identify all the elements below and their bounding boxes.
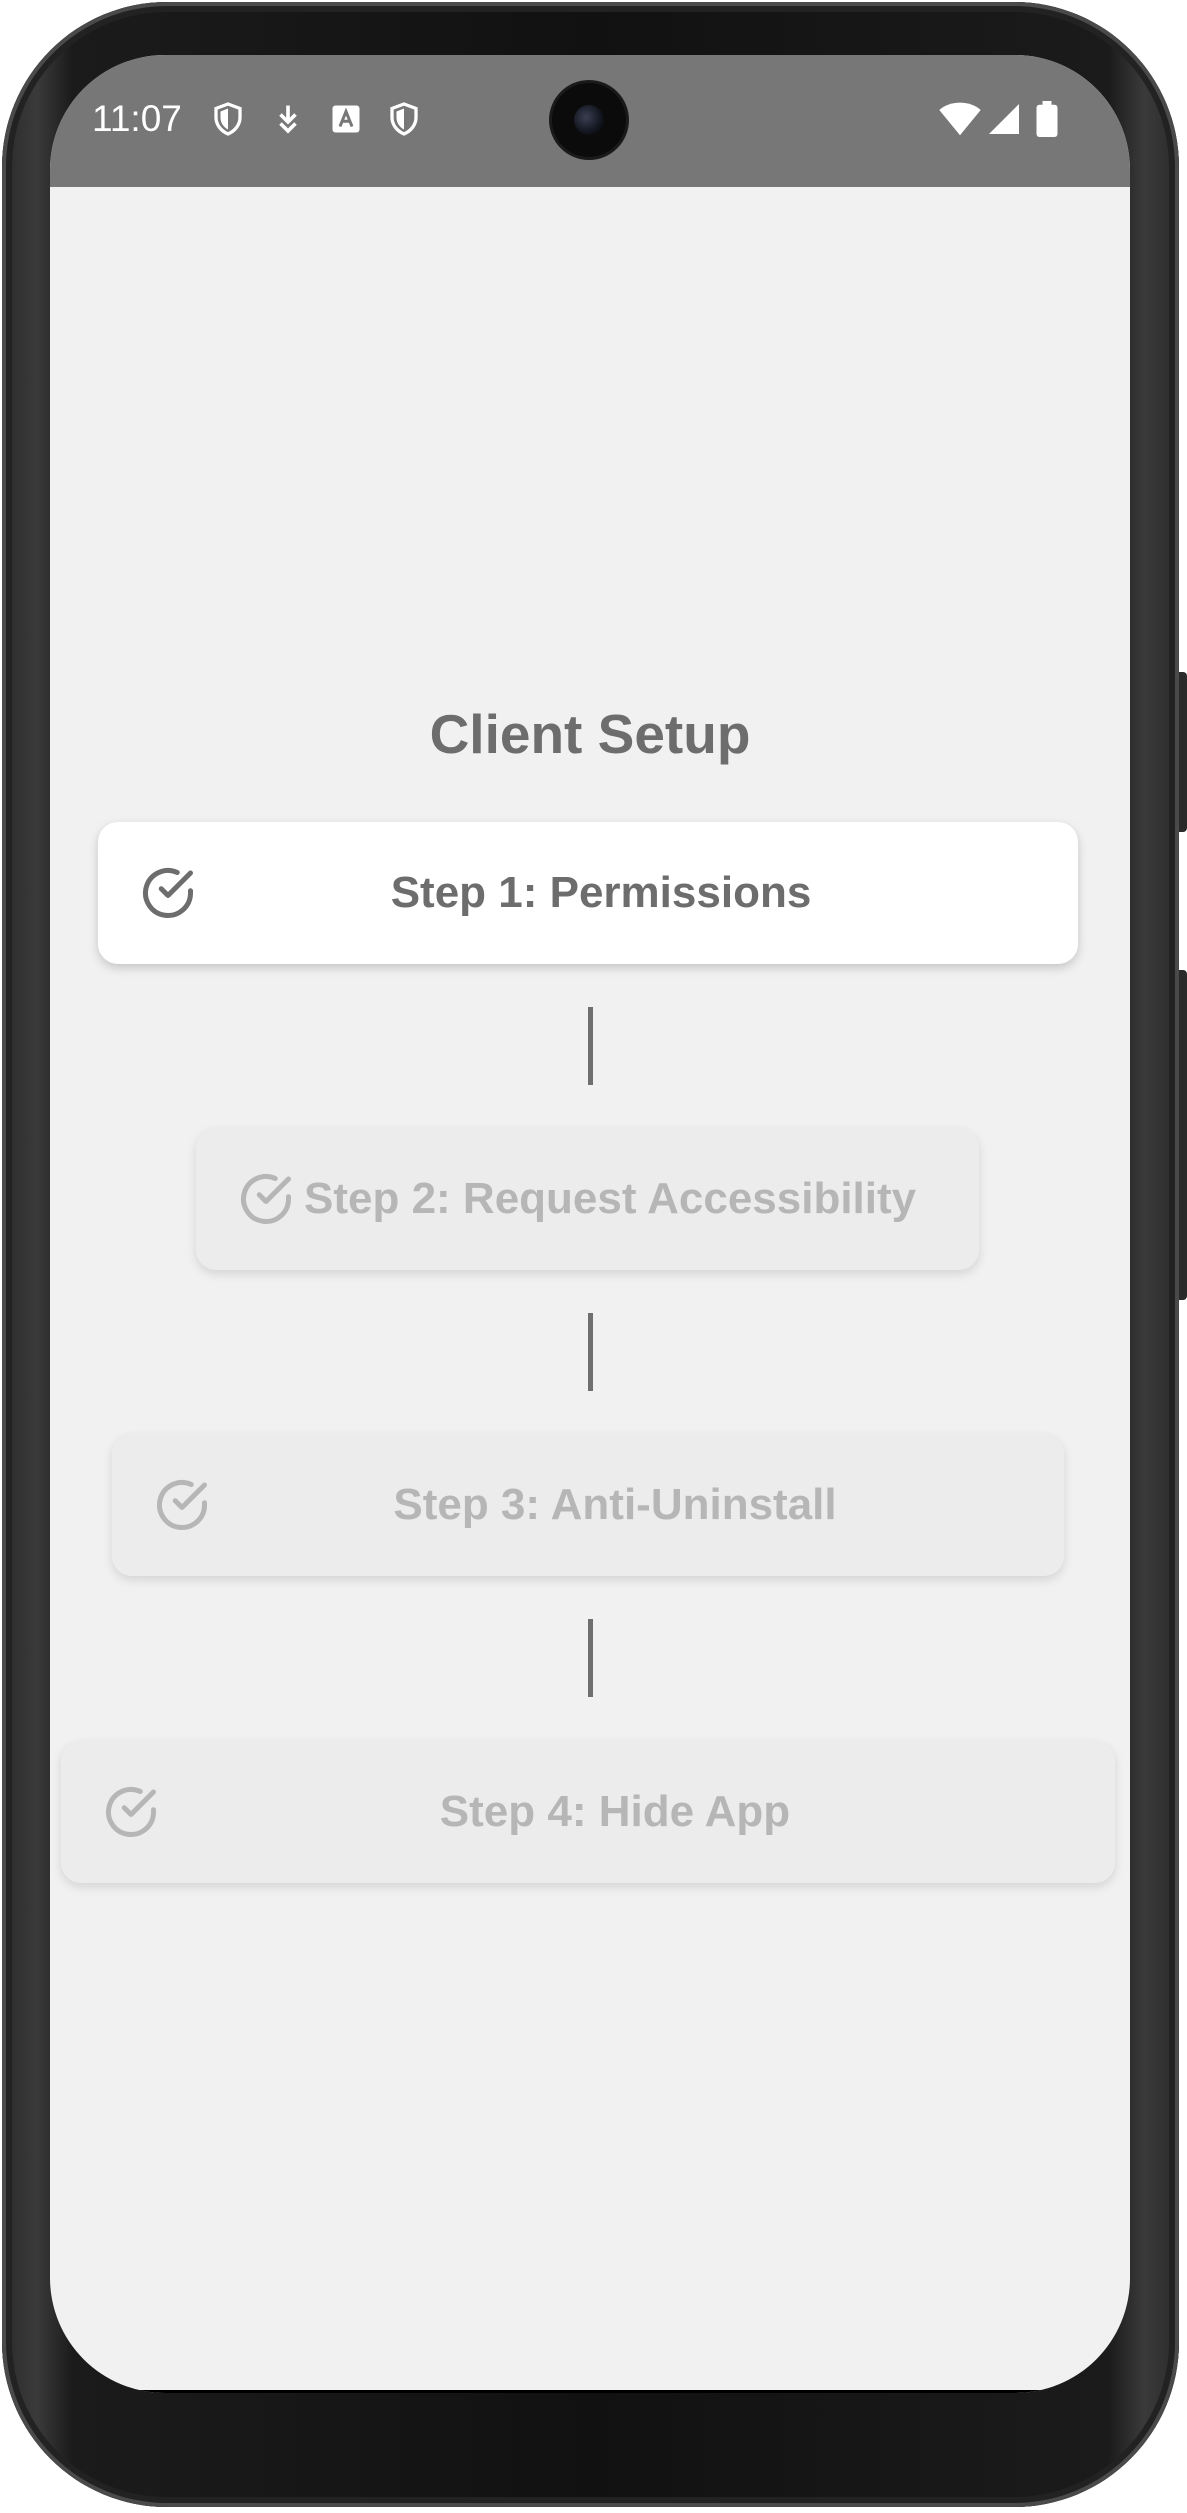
battery-icon bbox=[1034, 101, 1060, 137]
shield-icon bbox=[210, 101, 246, 137]
step-anti-uninstall-button[interactable]: Step 3: Anti-Uninstall bbox=[112, 1434, 1064, 1576]
step-connector bbox=[588, 1007, 593, 1085]
signal-icon bbox=[986, 101, 1022, 137]
front-camera bbox=[552, 83, 626, 157]
phone-device: 11:07 Client Setup Step 1: Permissions S… bbox=[0, 0, 1187, 2513]
step-permissions-button[interactable]: Step 1: Permissions bbox=[98, 822, 1078, 964]
font-icon bbox=[328, 101, 364, 137]
camera-lens bbox=[574, 105, 604, 135]
step-connector bbox=[588, 1313, 593, 1391]
check-circle-icon bbox=[236, 1169, 296, 1229]
step-label: Step 1: Permissions bbox=[390, 868, 812, 917]
navigation-bar bbox=[50, 2390, 1130, 2393]
screen: 11:07 Client Setup Step 1: Permissions S… bbox=[50, 55, 1130, 2393]
download-icon bbox=[270, 101, 306, 137]
step-hide-app-button[interactable]: Step 4: Hide App bbox=[61, 1741, 1115, 1883]
step-connector bbox=[588, 1619, 593, 1697]
step-request-accessibility-button[interactable]: Step 2: Request Accessibility bbox=[196, 1128, 979, 1270]
wifi-icon bbox=[938, 101, 982, 137]
status-bar: 11:07 bbox=[50, 55, 1130, 187]
volume-button bbox=[1179, 970, 1187, 1300]
shield-icon bbox=[386, 101, 422, 137]
step-label: Step 2: Request Accessibility bbox=[304, 1174, 917, 1223]
power-button bbox=[1179, 672, 1187, 832]
step-label: Step 4: Hide App bbox=[439, 1787, 791, 1836]
status-time: 11:07 bbox=[92, 98, 182, 139]
page-title: Client Setup bbox=[429, 703, 751, 765]
step-label: Step 3: Anti-Uninstall bbox=[393, 1480, 837, 1529]
